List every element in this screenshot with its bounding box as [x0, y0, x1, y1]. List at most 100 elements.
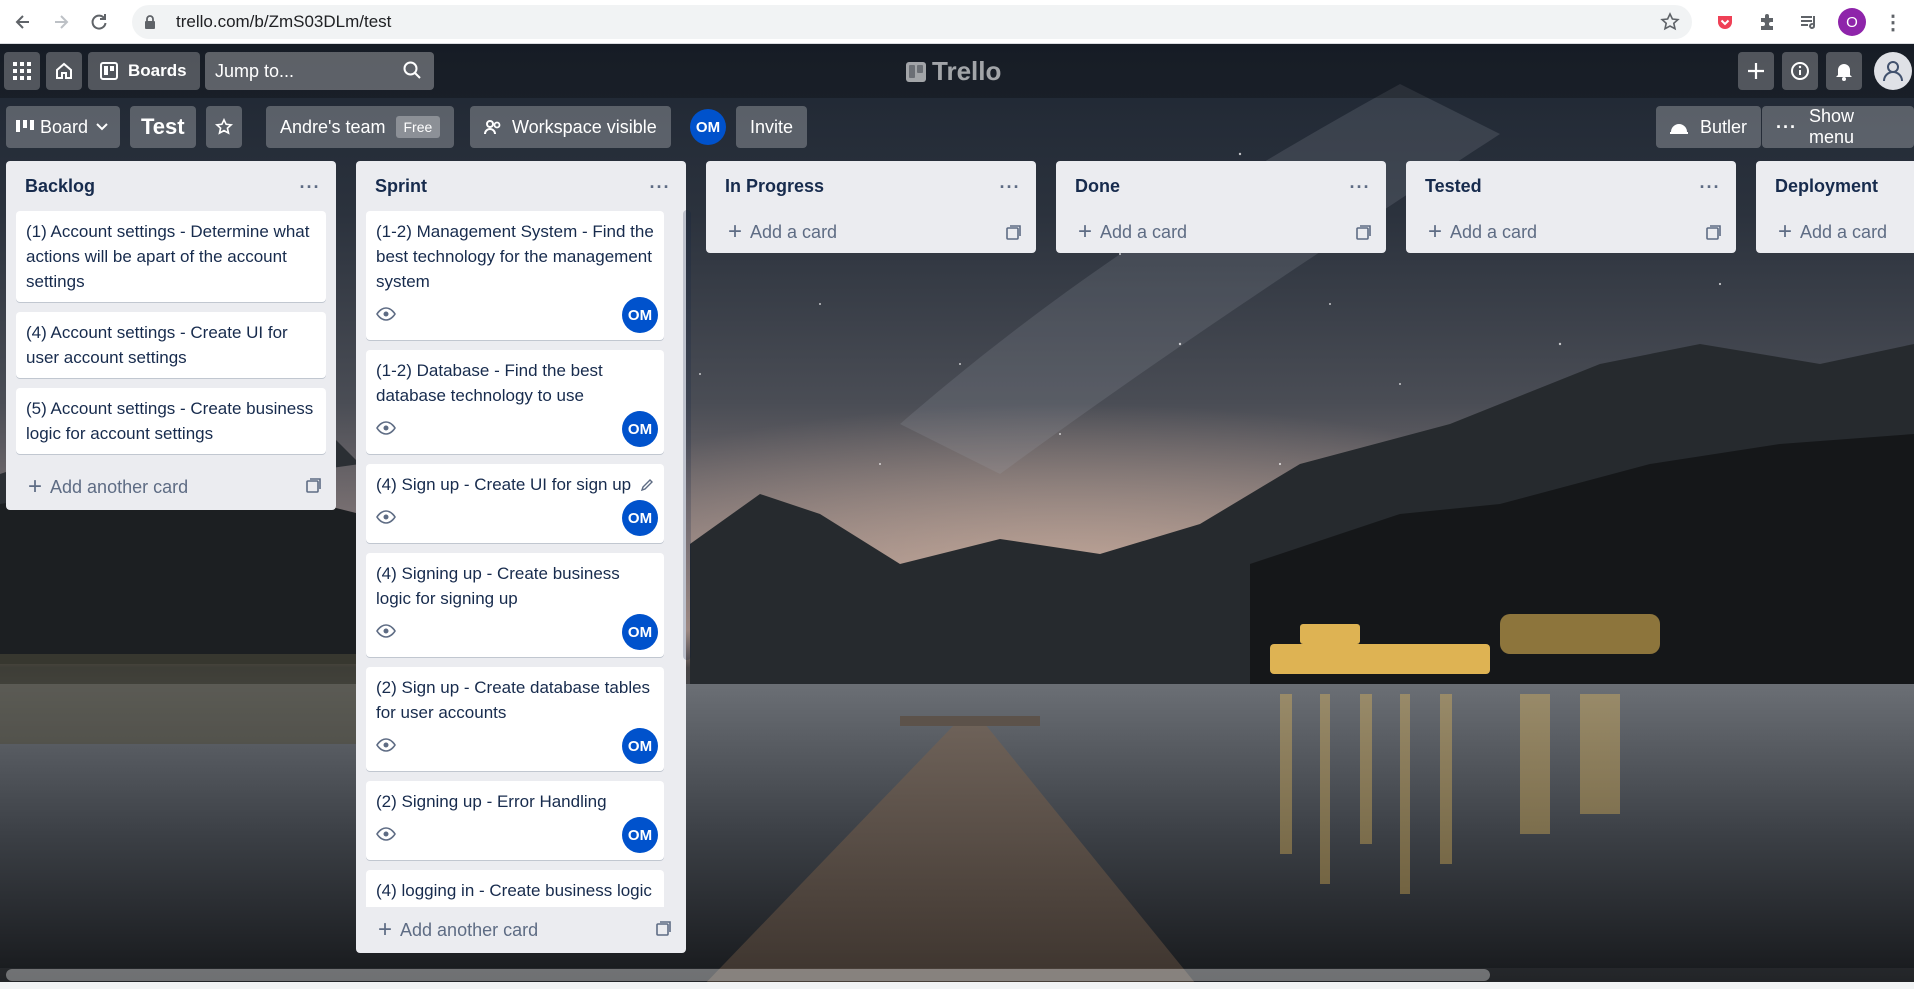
browser-menu-icon[interactable]: ⋮	[1880, 9, 1906, 35]
list-header[interactable]: Sprint ···	[356, 161, 686, 211]
add-card-button[interactable]: + Add a card	[1406, 211, 1736, 253]
extensions-puzzle-icon[interactable]	[1754, 9, 1780, 35]
card-template-icon[interactable]	[1706, 225, 1722, 246]
list-header[interactable]: Tested ···	[1406, 161, 1736, 211]
add-card-button[interactable]: + Add another card	[6, 464, 336, 510]
list-title[interactable]: Deployment	[1775, 176, 1878, 197]
visibility-button[interactable]: Workspace visible	[470, 106, 671, 148]
invite-button[interactable]: Invite	[736, 106, 808, 148]
add-card-label: Add another card	[50, 476, 189, 497]
star-board-icon[interactable]	[206, 106, 242, 148]
card-title: (1-2) Database - Find the best database …	[376, 361, 603, 405]
card[interactable]: (4) Sign up - Create UI for sign up OM	[366, 464, 664, 543]
plus-icon: +	[1428, 218, 1443, 245]
edit-pencil-icon[interactable]	[640, 474, 654, 499]
reload-icon[interactable]	[84, 7, 114, 37]
user-avatar-icon[interactable]	[1874, 52, 1912, 90]
back-icon[interactable]	[8, 7, 38, 37]
board-view-label: Board	[40, 116, 89, 137]
card-template-icon[interactable]	[1356, 225, 1372, 246]
card[interactable]: (4) logging in - Create business logic	[366, 870, 664, 907]
info-icon[interactable]	[1782, 52, 1818, 90]
card-member-avatar[interactable]: OM	[622, 817, 658, 853]
search-input[interactable]: Jump to...	[205, 52, 434, 90]
card[interactable]: (2) Sign up - Create database tables for…	[366, 667, 664, 771]
bookmark-star-icon[interactable]	[1660, 12, 1680, 37]
card[interactable]: (1) Account settings - Determine what ac…	[16, 211, 326, 302]
reading-list-icon[interactable]	[1796, 9, 1822, 35]
list-header[interactable]: In Progress ···	[706, 161, 1036, 211]
board-member-avatar[interactable]: OM	[690, 109, 726, 145]
pocket-extension-icon[interactable]	[1712, 9, 1738, 35]
forward-icon[interactable]	[46, 7, 76, 37]
board-header: Board Test Andre's team Free Workspace v…	[0, 104, 1914, 150]
add-card-button[interactable]: + Add another card	[356, 907, 686, 953]
card[interactable]: (1-2) Database - Find the best database …	[366, 350, 664, 454]
trello-header: Boards Jump to... Trello	[0, 44, 1914, 98]
list-title[interactable]: Tested	[1425, 176, 1482, 197]
list-menu-icon[interactable]: ···	[1696, 173, 1724, 201]
list-menu-icon[interactable]: ···	[646, 173, 674, 201]
create-plus-icon[interactable]	[1738, 52, 1774, 90]
boards-button[interactable]: Boards	[88, 52, 200, 90]
card[interactable]: (1-2) Management System - Find the best …	[366, 211, 664, 340]
add-card-button[interactable]: + Add a card	[706, 211, 1036, 253]
chevron-down-icon	[96, 123, 108, 131]
board-scrollbar-thumb[interactable]	[6, 969, 1490, 981]
list-header[interactable]: Backlog ···	[6, 161, 336, 211]
show-menu-button[interactable]: ··· Show menu	[1762, 106, 1914, 148]
list-header[interactable]: Done ···	[1056, 161, 1386, 211]
butler-button[interactable]: Butler	[1656, 106, 1762, 148]
browser-toolbar: trello.com/b/ZmS03DLm/test O ⋮	[0, 0, 1914, 44]
trello-logo-icon	[906, 61, 926, 82]
card[interactable]: (4) Account settings - Create UI for use…	[16, 312, 326, 378]
list-title[interactable]: Sprint	[375, 176, 427, 197]
search-placeholder: Jump to...	[215, 60, 295, 81]
app-switcher-icon[interactable]	[4, 52, 40, 90]
card[interactable]: (4) Signing up - Create business logic f…	[366, 553, 664, 657]
add-card-button[interactable]: + Add a card	[1756, 211, 1914, 253]
card-member-avatar[interactable]: OM	[622, 411, 658, 447]
list-menu-icon[interactable]: ···	[996, 173, 1024, 201]
boards-label: Boards	[128, 61, 187, 80]
butler-label: Butler	[1700, 116, 1748, 137]
card-member-avatar[interactable]: OM	[622, 500, 658, 536]
list-title[interactable]: Backlog	[25, 176, 95, 197]
trello-logo[interactable]: Trello	[906, 56, 1001, 87]
team-button[interactable]: Andre's team Free	[266, 106, 455, 148]
board-view-icon	[16, 120, 34, 134]
watch-eye-icon	[376, 307, 396, 321]
board-title[interactable]: Test	[130, 106, 196, 148]
profile-avatar[interactable]: O	[1838, 8, 1866, 36]
list-title[interactable]: In Progress	[725, 176, 824, 197]
card-member-avatar[interactable]: OM	[622, 614, 658, 650]
list-menu-icon[interactable]: ···	[1346, 173, 1374, 201]
list-title[interactable]: Done	[1075, 176, 1120, 197]
list-scrollbar[interactable]	[683, 210, 691, 660]
board-view-switcher[interactable]: Board	[6, 106, 120, 148]
search-icon	[402, 60, 422, 85]
card-template-icon[interactable]	[306, 478, 322, 499]
card-title: (2) Sign up - Create database tables for…	[376, 678, 651, 722]
card[interactable]: (5) Account settings - Create business l…	[16, 388, 326, 454]
plus-icon: +	[378, 916, 393, 943]
window-bottom-edge	[0, 982, 1914, 989]
show-menu-label: Show menu	[1808, 106, 1855, 147]
team-name: Andre's team	[280, 116, 386, 137]
home-icon[interactable]	[46, 52, 82, 90]
card[interactable]: (2) Signing up - Error Handling OM	[366, 781, 664, 860]
card-member-avatar[interactable]: OM	[622, 297, 658, 333]
add-card-button[interactable]: + Add a card	[1056, 211, 1386, 253]
workspace-visibility-icon	[484, 119, 502, 135]
card-template-icon[interactable]	[656, 921, 672, 942]
card-member-avatar[interactable]: OM	[622, 728, 658, 764]
list-in-progress: In Progress ··· + Add a card	[706, 161, 1036, 253]
plus-icon: +	[728, 218, 743, 245]
list-menu-icon[interactable]: ···	[296, 173, 324, 201]
notification-bell-icon[interactable]	[1826, 52, 1862, 90]
list-header[interactable]: Deployment	[1756, 161, 1914, 211]
card-template-icon[interactable]	[1006, 225, 1022, 246]
add-card-label: Add a card	[750, 221, 838, 242]
address-bar[interactable]: trello.com/b/ZmS03DLm/test	[132, 5, 1692, 39]
visibility-label: Workspace visible	[512, 116, 657, 137]
